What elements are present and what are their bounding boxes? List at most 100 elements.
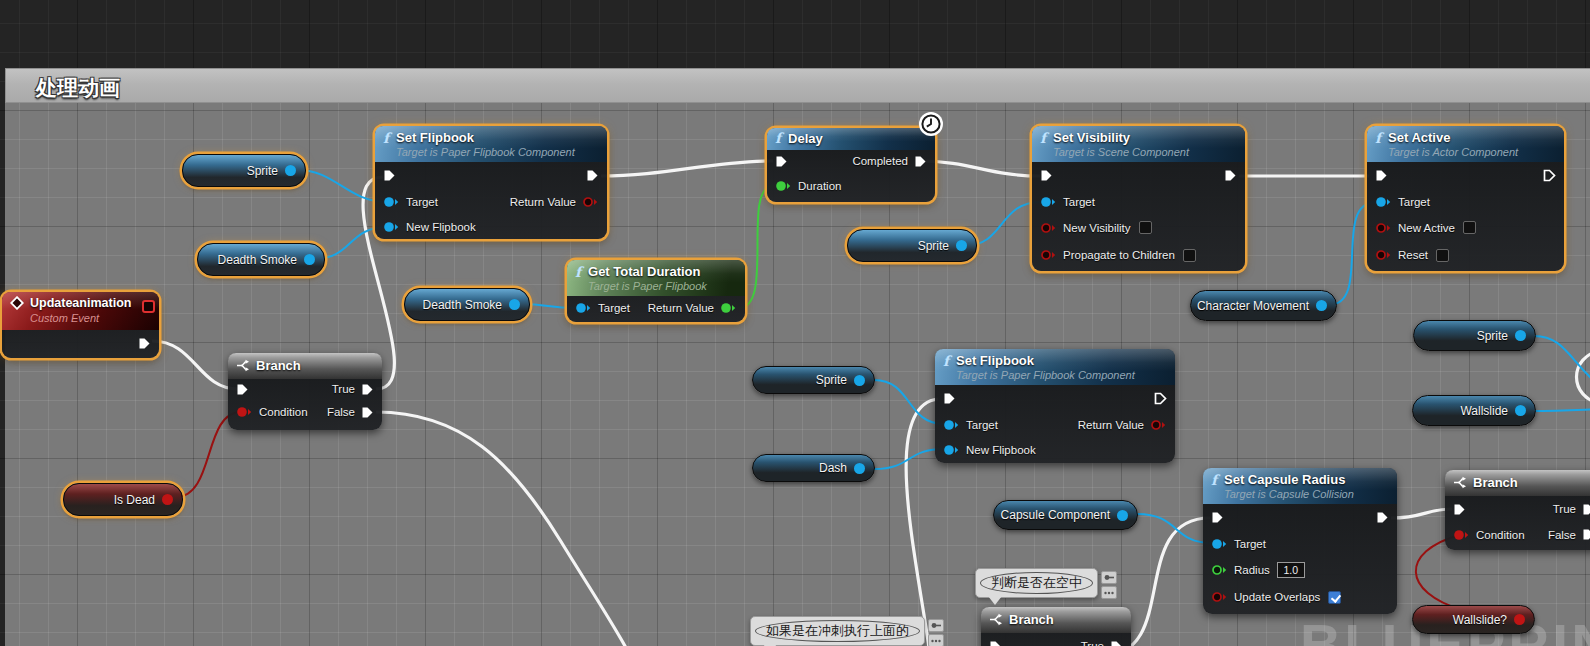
target-pin[interactable] <box>1040 196 1057 208</box>
var-pin[interactable] <box>285 165 296 176</box>
wire-exec-up-setflipbook2 <box>906 399 938 646</box>
var-pin[interactable] <box>854 375 865 386</box>
var-pin[interactable] <box>956 240 967 251</box>
exec-in-pin[interactable] <box>383 169 396 182</box>
var-sprite-1[interactable]: Sprite <box>182 154 306 187</box>
exec-out-pin[interactable] <box>1376 511 1389 524</box>
node-branch-1[interactable]: Branch True Condition False <box>228 353 382 430</box>
return-pin[interactable] <box>720 302 737 314</box>
exec-in-pin[interactable] <box>989 640 1002 646</box>
new-active-checkbox[interactable] <box>1463 221 1476 234</box>
propagate-checkbox[interactable] <box>1183 249 1196 262</box>
var-wallslide-q[interactable]: Wallslide? <box>1412 605 1535 634</box>
var-pin[interactable] <box>509 299 520 310</box>
new-visibility-pin[interactable] <box>1040 222 1057 234</box>
dots-icon[interactable] <box>1101 586 1117 599</box>
exec-in-pin[interactable] <box>236 383 249 396</box>
target-pin[interactable] <box>943 419 960 431</box>
var-character-movement[interactable]: Character Movement <box>1190 290 1337 321</box>
node-set-visibility[interactable]: f Set Visibility Target is Scene Compone… <box>1032 126 1245 271</box>
exec-out-pin[interactable] <box>138 337 151 350</box>
exec-out-pin[interactable] <box>1543 169 1556 182</box>
new-visibility-checkbox[interactable] <box>1139 221 1152 234</box>
node-get-total-duration[interactable]: f Get Total Duration Target is Paper Fli… <box>567 260 745 322</box>
comment-bubble-dash-note[interactable]: 如果是在冲刺执行上面的 <box>750 616 925 646</box>
target-pin[interactable] <box>1211 538 1228 550</box>
var-pin[interactable] <box>854 463 865 474</box>
condition-pin[interactable] <box>236 406 253 418</box>
reset-pin[interactable] <box>1375 249 1392 261</box>
var-sprite-2[interactable]: Sprite <box>847 229 977 262</box>
target-pin[interactable] <box>383 196 400 208</box>
target-pin[interactable] <box>1375 196 1392 208</box>
pin-label-target: Target <box>966 419 998 431</box>
node-branch-2[interactable]: Branch True Condition False <box>1445 470 1590 550</box>
pin-icon[interactable] <box>928 619 944 632</box>
return-pin[interactable] <box>1150 419 1167 431</box>
radius-value-input[interactable]: 1.0 <box>1277 562 1305 578</box>
exec-in-pin[interactable] <box>1453 503 1466 516</box>
exec-in-pin[interactable] <box>775 155 788 168</box>
node-updateanimation[interactable]: Updateanimation Custom Event <box>2 292 159 358</box>
var-pin[interactable] <box>1316 300 1327 311</box>
node-title: Set Capsule Radius <box>1224 472 1354 487</box>
update-overlaps-checkbox[interactable] <box>1328 591 1341 604</box>
var-deadth-smoke-1[interactable]: Deadth Smoke <box>197 243 325 276</box>
exec-true-pin[interactable] <box>1110 640 1123 646</box>
node-branch-3[interactable]: Branch True <box>981 607 1131 646</box>
update-overlaps-pin[interactable] <box>1211 591 1228 603</box>
var-pin[interactable] <box>1117 510 1128 521</box>
propagate-pin[interactable] <box>1040 249 1057 261</box>
exec-in-pin[interactable] <box>1211 511 1224 524</box>
exec-completed-pin[interactable] <box>914 155 927 168</box>
var-pin[interactable] <box>1514 614 1525 625</box>
return-pin[interactable] <box>582 196 599 208</box>
var-dash[interactable]: Dash <box>752 454 875 482</box>
var-sprite-3[interactable]: Sprite <box>1413 320 1536 351</box>
var-label: Wallslide? <box>1453 613 1507 627</box>
pin-label-true: True <box>1553 503 1576 515</box>
exec-out-pin[interactable] <box>586 169 599 182</box>
comment-bubble-air-check[interactable]: 判断是否在空中 <box>975 568 1098 598</box>
new-flipbook-pin[interactable] <box>943 444 960 456</box>
branch-icon <box>236 359 250 372</box>
condition-pin[interactable] <box>1453 529 1470 541</box>
pin-label-update-overlaps: Update Overlaps <box>1234 591 1320 603</box>
new-flipbook-pin[interactable] <box>383 221 400 233</box>
target-pin[interactable] <box>575 302 592 314</box>
var-is-dead[interactable]: Is Dead <box>63 483 183 516</box>
pin-label-new-flipbook: New Flipbook <box>966 444 1036 456</box>
var-capsule-component[interactable]: Capsule Component <box>993 500 1138 530</box>
var-pin[interactable] <box>1515 330 1526 341</box>
exec-false-pin[interactable] <box>1582 528 1590 541</box>
node-set-flipbook-1[interactable]: f Set Flipbook Target is Paper Flipbook … <box>375 126 607 239</box>
bubble-pin-icons[interactable] <box>1101 571 1117 599</box>
exec-in-pin[interactable] <box>1375 169 1388 182</box>
exec-out-pin[interactable] <box>1154 392 1167 405</box>
exec-true-pin[interactable] <box>361 383 374 396</box>
node-delay[interactable]: f Delay Completed Duration <box>767 128 935 202</box>
exec-in-pin[interactable] <box>1040 169 1053 182</box>
var-deadth-smoke-2[interactable]: Deadth Smoke <box>404 288 530 321</box>
exec-true-pin[interactable] <box>1582 503 1590 516</box>
exec-false-pin[interactable] <box>361 406 374 419</box>
reset-checkbox[interactable] <box>1436 249 1449 262</box>
dots-icon[interactable] <box>928 634 944 646</box>
var-wallslide[interactable]: Wallslide <box>1412 395 1536 426</box>
duration-pin[interactable] <box>775 180 792 192</box>
node-set-flipbook-2[interactable]: f Set Flipbook Target is Paper Flipbook … <box>935 349 1175 463</box>
var-pin[interactable] <box>162 494 173 505</box>
var-pin[interactable] <box>1515 405 1526 416</box>
var-pin[interactable] <box>304 254 315 265</box>
radius-pin[interactable] <box>1211 564 1228 576</box>
node-set-capsule-radius[interactable]: f Set Capsule Radius Target is Capsule C… <box>1203 468 1397 614</box>
var-sprite-4[interactable]: Sprite <box>752 366 875 394</box>
bubble-text: 判断是否在空中 <box>980 572 1093 594</box>
exec-in-pin[interactable] <box>943 392 956 405</box>
new-active-pin[interactable] <box>1375 222 1392 234</box>
exec-out-pin[interactable] <box>1224 169 1237 182</box>
bubble-pin-icons[interactable] <box>928 619 944 646</box>
delegate-pin[interactable] <box>142 300 155 313</box>
node-set-active[interactable]: f Set Active Target is Actor Component T… <box>1367 126 1564 271</box>
pin-icon[interactable] <box>1101 571 1117 584</box>
